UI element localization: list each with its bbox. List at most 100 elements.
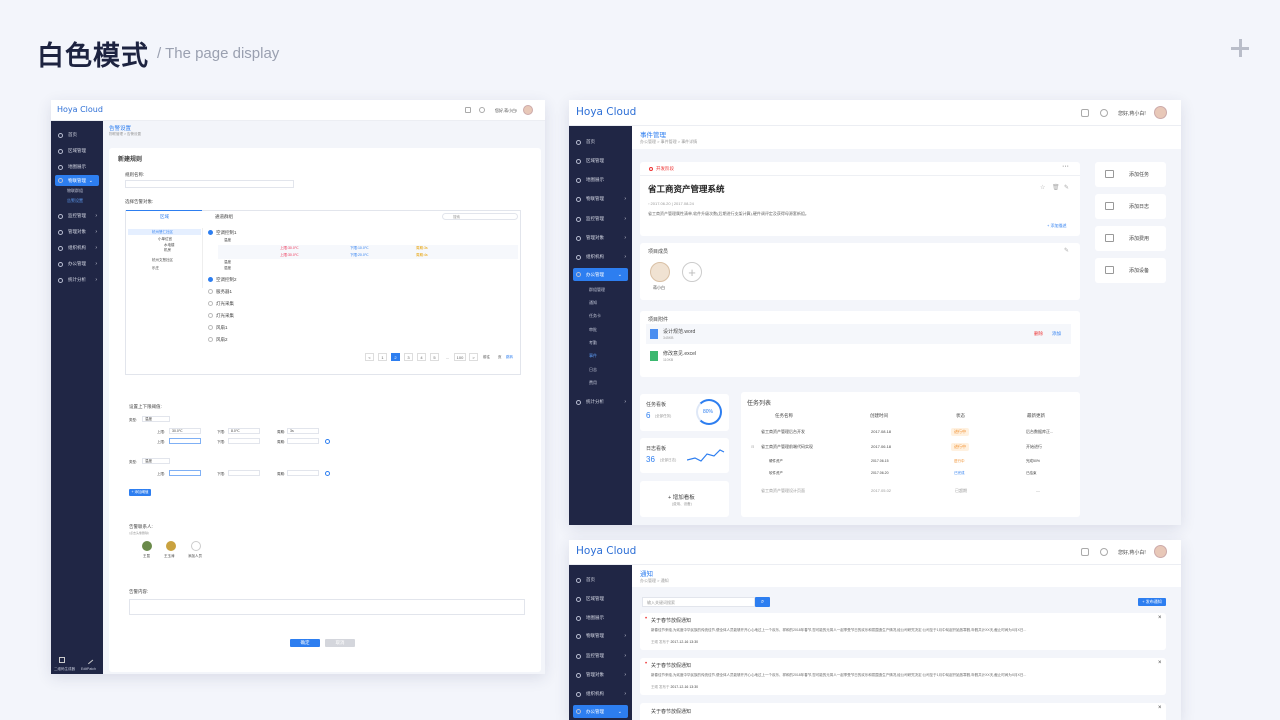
notice-card[interactable]: 关于春节放假通知 × — [640, 703, 1166, 720]
tree-node[interactable]: 杭州文慧社区 — [152, 258, 173, 263]
search-input[interactable]: 搜索 — [442, 213, 518, 220]
nav-iot[interactable]: 物联管理 › — [569, 190, 632, 208]
add-task-button[interactable]: 添加任务 — [1095, 162, 1166, 187]
nav-map[interactable]: 地图展示 — [569, 171, 632, 189]
delete-icon[interactable]: 🗑 — [1052, 184, 1060, 191]
editpatch-link[interactable]: EditPatch — [81, 667, 96, 671]
close-icon[interactable]: × — [1158, 660, 1162, 666]
gear-icon[interactable] — [1100, 548, 1108, 556]
add-fee-button[interactable]: 添加费用 — [1095, 226, 1166, 251]
lower-input[interactable]: 8.0℃ — [228, 428, 260, 434]
nav-office[interactable]: 办公管理 ⌄ — [573, 705, 628, 718]
upper-input[interactable] — [169, 438, 201, 444]
upper-input[interactable]: 30.0℃ — [169, 428, 201, 434]
tree-node[interactable]: 乐庄 — [152, 266, 159, 271]
star-icon[interactable]: ☆ — [1040, 184, 1045, 191]
task-board-card[interactable]: 任务看板 6 (全部任务) 80% — [640, 394, 729, 431]
add-circle-icon[interactable] — [325, 439, 330, 444]
nav-objects[interactable]: 管理对象 › — [569, 229, 632, 247]
nav-stats[interactable]: 统计分析 › — [51, 271, 103, 289]
nav-map[interactable]: 地图展示 — [51, 158, 103, 176]
avatar[interactable] — [1154, 545, 1167, 558]
qrcode-generator-link[interactable]: 二维码生成器 — [54, 667, 75, 672]
nav-monitor[interactable]: 监控管理 › — [569, 210, 632, 228]
jump-button[interactable]: 跳转 — [506, 355, 513, 360]
confirm-button[interactable]: 确定 — [290, 639, 320, 647]
tree-node[interactable]: 杭州慧仁社区 — [152, 230, 173, 235]
add-desc-link[interactable]: + 添加描述 — [1047, 223, 1066, 229]
alarm-content-input[interactable] — [129, 599, 525, 615]
tab-region[interactable]: 区域 — [160, 214, 169, 220]
nav-home[interactable]: 首页 — [569, 133, 632, 151]
sub-attendance[interactable]: 考勤 — [589, 340, 597, 346]
avatar[interactable] — [523, 105, 533, 115]
rule-name-input[interactable] — [125, 180, 294, 188]
nav-iot[interactable]: 物联管理 ⌄ — [55, 175, 99, 186]
add-board-card[interactable]: + 增加看板 (费用、设备) — [640, 481, 729, 517]
avatar[interactable] — [1154, 106, 1167, 119]
search-button[interactable]: ⌕ — [755, 597, 770, 607]
device-item[interactable]: 灯光采集 — [216, 301, 234, 307]
nav-iot[interactable]: 物联管理 › — [569, 627, 632, 645]
lower-input[interactable] — [228, 438, 260, 444]
member-avatar[interactable] — [650, 262, 670, 282]
nav-objects[interactable]: 管理对象 › — [569, 666, 632, 684]
nav-org[interactable]: 组织机构 › — [569, 248, 632, 266]
nav-map[interactable]: 地图展示 — [569, 609, 632, 627]
upper-input[interactable] — [169, 470, 201, 476]
tab-channel-group[interactable]: 通道群组 — [215, 214, 233, 220]
sub-approve[interactable]: 审批 — [589, 327, 597, 333]
edit-icon[interactable]: ✎ — [1064, 184, 1069, 191]
nav-stats[interactable]: 统计分析 › — [569, 393, 632, 411]
add-threshold-button[interactable]: + 添加阈值 — [129, 489, 151, 496]
period-input[interactable]: 3s — [287, 428, 319, 434]
nav-org[interactable]: 组织机构 › — [569, 685, 632, 703]
log-board-card[interactable]: 日志看板 36 (全部日志) — [640, 438, 729, 473]
sub-log[interactable]: 日志 — [589, 367, 597, 373]
sub-iot-group[interactable]: 物联群组 — [67, 188, 83, 194]
device-item[interactable]: 服务器1 — [216, 289, 232, 295]
bell-icon[interactable] — [465, 107, 471, 113]
sub-group[interactable]: 群组管理 — [589, 287, 605, 293]
more-icon[interactable]: ··· — [1062, 163, 1069, 170]
close-icon[interactable]: × — [1158, 615, 1162, 621]
gear-icon[interactable] — [479, 107, 485, 113]
search-input[interactable]: 输入关键词搜索 — [642, 597, 755, 607]
period-input[interactable] — [287, 470, 319, 476]
add-circle-icon[interactable] — [325, 471, 330, 476]
edit-icon[interactable]: ✎ — [1064, 247, 1069, 254]
sub-task[interactable]: 任务卡 — [589, 313, 601, 319]
publish-notice-button[interactable]: + 发布通知 — [1138, 598, 1166, 606]
sub-fee[interactable]: 费用 — [589, 380, 597, 386]
device-item[interactable]: 风扇1 — [216, 325, 228, 331]
nav-monitor[interactable]: 监控管理 › — [569, 647, 632, 665]
add-file-link[interactable]: 添加 — [1052, 331, 1061, 337]
nav-office[interactable]: 办公管理 ⌄ — [573, 268, 628, 281]
type-select[interactable]: 温度 — [142, 458, 170, 464]
pen-icon[interactable] — [84, 655, 94, 665]
qrcode-icon[interactable] — [59, 657, 65, 663]
gear-icon[interactable] — [1100, 109, 1108, 117]
file-name[interactable]: 修改意见.excel — [663, 350, 696, 357]
contact-avatar[interactable] — [142, 541, 152, 551]
device-item[interactable]: 空调控制2 — [216, 277, 237, 283]
plus-icon[interactable] — [1228, 36, 1252, 60]
tree-node[interactable]: 小单位宫 — [158, 237, 172, 242]
delete-file-link[interactable]: 删除 — [1034, 331, 1043, 337]
contact-avatar[interactable] — [166, 541, 176, 551]
sub-event[interactable]: 事件 — [589, 353, 597, 359]
device-item[interactable]: 风扇2 — [216, 337, 228, 343]
add-member-icon[interactable]: + — [682, 262, 702, 282]
tree-node[interactable]: 机房 — [164, 248, 171, 253]
sub-alarm-settings[interactable]: 告警设置 — [67, 198, 83, 204]
close-icon[interactable]: × — [1158, 705, 1162, 711]
cancel-button[interactable]: 取消 — [325, 639, 355, 647]
bell-icon[interactable] — [1081, 548, 1089, 556]
type-select[interactable]: 温度 — [142, 416, 170, 422]
lower-input[interactable] — [228, 470, 260, 476]
add-device-button[interactable]: 添加设备 — [1095, 258, 1166, 283]
notice-card[interactable]: • 关于春节放假通知 × 新春佳节来临,为欢度中华民族的传统佳节,便全体人员能够… — [640, 658, 1166, 695]
nav-home[interactable]: 首页 — [569, 571, 632, 589]
sub-notice[interactable]: 通知 — [589, 300, 597, 306]
device-item[interactable]: 灯光采集 — [216, 313, 234, 319]
